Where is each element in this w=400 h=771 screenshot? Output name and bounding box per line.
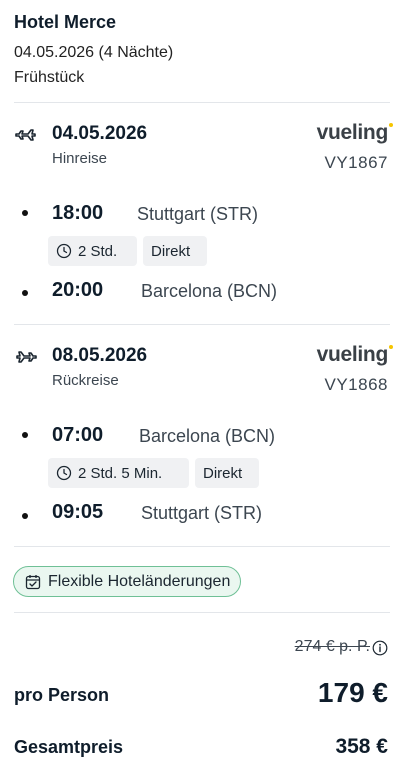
logo-dot [389, 345, 393, 349]
clock-icon [56, 243, 72, 259]
per-person-label: pro Person [14, 685, 110, 705]
duration-chip: 2 Std. [48, 236, 137, 266]
total-price: 358 € [335, 735, 388, 758]
clock-icon [56, 465, 72, 481]
airline-logo: vueling [316, 343, 393, 367]
outbound-departure-time: 18:00 [52, 202, 104, 224]
departure-bullet [22, 210, 28, 216]
timeline-connector [24, 222, 26, 282]
calendar-check-icon [25, 574, 41, 589]
outbound-flight-number: VY1867 [324, 153, 388, 172]
inbound-date: 08.05.2026 [52, 345, 148, 366]
arrival-bullet [22, 290, 28, 296]
flexible-changes-badge: Flexible Hoteländerungen [13, 566, 242, 597]
inbound-flight-number: VY1868 [324, 375, 388, 394]
stops-label: Direkt [203, 464, 243, 482]
divider [14, 612, 390, 613]
airline-name: vueling [316, 343, 389, 366]
inbound-arrival-time: 09:05 [52, 501, 104, 523]
old-price: 274 € p. P. [294, 638, 370, 655]
inbound-label: Rückreise [52, 372, 119, 389]
duration-label: 2 Std. [78, 242, 118, 260]
stops-label: Direkt [151, 242, 191, 260]
plane-takeoff-icon [14, 122, 38, 146]
divider [14, 102, 390, 103]
outbound-arrival-time: 20:00 [52, 279, 104, 301]
arrival-bullet [22, 513, 28, 519]
hotel-board: Frühstück [14, 69, 85, 86]
duration-label: 2 Std. 5 Min. [78, 464, 163, 482]
outbound-arrival-place: Barcelona (BCN) [141, 281, 278, 301]
stops-chip: Direkt [195, 458, 259, 488]
stops-chip: Direkt [143, 236, 207, 266]
logo-dot [389, 123, 393, 127]
divider [14, 324, 390, 325]
inbound-departure-time: 07:00 [52, 424, 104, 446]
airline-name: vueling [316, 121, 389, 144]
airline-logo: vueling [316, 121, 393, 145]
inbound-arrival-place: Stuttgart (STR) [141, 503, 263, 523]
plane-landing-icon [14, 344, 38, 368]
per-person-price: 179 € [317, 677, 388, 708]
duration-chip: 2 Std. 5 Min. [48, 458, 189, 488]
total-price-label: Gesamtpreis [14, 737, 124, 757]
hotel-dates: 04.05.2026 (4 Nächte) [14, 44, 174, 61]
info-icon[interactable] [372, 640, 388, 656]
inbound-departure-place: Barcelona (BCN) [139, 426, 276, 446]
flexible-changes-label: Flexible Hoteländerungen [48, 572, 231, 590]
outbound-departure-place: Stuttgart (STR) [137, 204, 259, 224]
outbound-label: Hinreise [52, 150, 108, 167]
divider [14, 546, 390, 547]
departure-bullet [22, 432, 28, 438]
outbound-date: 04.05.2026 [52, 123, 148, 144]
hotel-name: Hotel Merce [14, 12, 117, 32]
